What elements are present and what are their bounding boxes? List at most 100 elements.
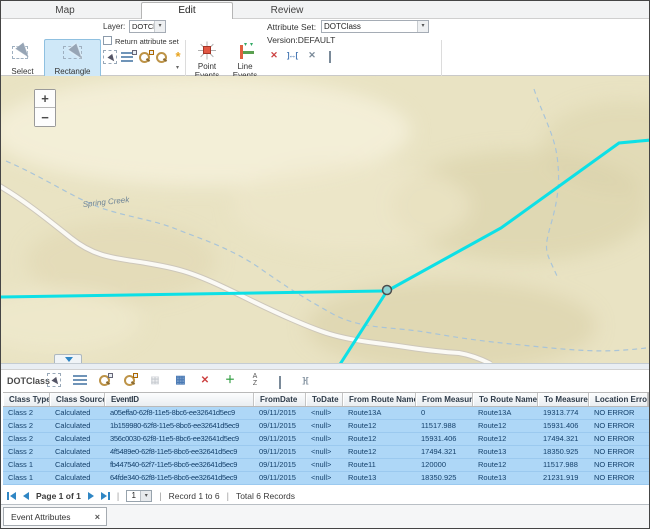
return-attribute-set-checkbox[interactable] xyxy=(103,36,112,45)
table-cell: 19313.774 xyxy=(538,407,589,419)
table-cell: 15931.406 xyxy=(416,433,473,445)
ribbon: Select ▾ Rectangle ▾ Layer: DOTClass ▾ R… xyxy=(1,19,649,76)
layer-dropdown[interactable]: DOTClass ▾ xyxy=(129,20,166,33)
event-grid-window-icon[interactable] xyxy=(341,49,355,63)
column-header[interactable]: To Route Name xyxy=(473,393,538,406)
delete-event-icon[interactable]: ✕ xyxy=(267,49,281,63)
page-number-dropdown[interactable]: 1 ▾ xyxy=(126,490,152,502)
table-cell: 4f5489e0-62f8-11e5-8bc6-ee32641d5ec9 xyxy=(105,446,254,458)
trim-event-icon[interactable]: ]↔[ xyxy=(285,49,299,63)
route-junction-marker[interactable] xyxy=(383,286,392,295)
attribute-set-dropdown[interactable]: DOTClass ▾ xyxy=(321,20,429,33)
table-cell: Route12 xyxy=(343,433,416,445)
first-page-button[interactable] xyxy=(7,492,16,500)
layer-label: Layer: xyxy=(103,22,125,31)
show-selected-icon[interactable] xyxy=(72,373,88,389)
close-tab-icon[interactable]: × xyxy=(95,512,106,522)
event-window-icon[interactable] xyxy=(323,49,337,63)
tab-event-attributes[interactable]: Event Attributes × xyxy=(3,507,107,526)
column-header[interactable]: To Measure xyxy=(538,393,589,406)
table-cell: Route13 xyxy=(343,472,416,484)
map-table-splitter[interactable] xyxy=(1,363,649,370)
table-cell: 18350.925 xyxy=(538,446,589,458)
table-cell: NO ERROR xyxy=(589,407,649,419)
table-cell: Class 2 xyxy=(3,446,50,458)
version-label: Version:DEFAULT xyxy=(267,35,335,45)
zoom-out-button[interactable]: − xyxy=(35,108,55,126)
table-cell: 15931.406 xyxy=(538,420,589,432)
column-header[interactable]: Class Source xyxy=(50,393,105,406)
next-page-button[interactable] xyxy=(88,492,94,500)
attribute-table-body: Class 2Calculateda05effa0-62f8-11e5-8bc6… xyxy=(3,407,649,485)
table-row[interactable]: Class 2Calculateda05effa0-62f8-11e5-8bc6… xyxy=(3,407,649,420)
sort-records-icon[interactable]: AZ xyxy=(247,373,263,389)
select-by-box-icon[interactable] xyxy=(103,50,117,64)
layer-dropdown-value: DOTClass xyxy=(130,21,154,32)
column-header[interactable]: From Measure xyxy=(416,393,473,406)
table-cell: NO ERROR xyxy=(589,420,649,432)
table-row[interactable]: Class 2Calculated4f5489e0-62f8-11e5-8bc6… xyxy=(3,446,649,459)
select-records-icon[interactable] xyxy=(47,373,61,387)
measure-range-icon[interactable]: ]·[ xyxy=(297,373,313,389)
table-cell: Calculated xyxy=(50,446,105,458)
ribbon-tab-bar: Map Edit Review xyxy=(1,1,649,19)
attribute-set-dropdown-caret-icon[interactable]: ▾ xyxy=(417,21,428,32)
previous-page-button[interactable] xyxy=(23,492,29,500)
pan-to-record-icon[interactable] xyxy=(122,373,138,389)
table-pagination: Page 1 of 1 | 1 ▾ | Record 1 to 6 | Tota… xyxy=(7,488,295,503)
table-cell: 09/11/2015 xyxy=(254,433,306,445)
tab-map[interactable]: Map xyxy=(31,3,99,19)
table-cell: NO ERROR xyxy=(589,446,649,458)
table-cell: 17494.321 xyxy=(416,446,473,458)
table-cell: Class 2 xyxy=(3,407,50,419)
page-count-text: Page 1 of 1 xyxy=(36,491,81,501)
last-page-button[interactable] xyxy=(101,492,110,500)
attribute-form-icon[interactable] xyxy=(272,373,288,389)
table-cell: Route13 xyxy=(473,446,538,458)
switch-table-icon[interactable]: ▦ xyxy=(172,373,188,389)
layer-dropdown-caret-icon[interactable]: ▾ xyxy=(154,21,165,32)
table-cell: fb447540-62f7-11e5-8bc6-ee32641d5ec9 xyxy=(105,459,254,471)
tab-edit[interactable]: Edit xyxy=(141,2,233,20)
table-cell: NO ERROR xyxy=(589,433,649,445)
table-row[interactable]: Class 2Calculated1b159980-62f8-11e5-8bc6… xyxy=(3,420,649,433)
page-number-caret-icon[interactable]: ▾ xyxy=(140,491,151,501)
save-edits-icon[interactable]: ▦ xyxy=(147,373,163,389)
zoom-to-record-icon[interactable] xyxy=(97,373,113,389)
table-row[interactable]: Class 1Calculatedfb447540-62f7-11e5-8bc6… xyxy=(3,459,649,472)
column-header[interactable]: ToDate xyxy=(306,393,343,406)
table-cell: 09/11/2015 xyxy=(254,420,306,432)
column-header[interactable]: FromDate xyxy=(254,393,306,406)
column-header[interactable]: EventID xyxy=(105,393,254,406)
table-cell: Calculated xyxy=(50,407,105,419)
map-viewport[interactable]: Spring Creek + − xyxy=(1,76,649,363)
attribute-set-label: Attribute Set: xyxy=(267,22,316,32)
table-cell: 09/11/2015 xyxy=(254,446,306,458)
bottom-tab-bar: Event Attributes × xyxy=(1,504,649,529)
column-header[interactable]: Class Type xyxy=(3,393,50,406)
table-row[interactable]: Class 1Calculated64fde340-62f8-11e5-8bc6… xyxy=(3,472,649,485)
panel-collapse-button[interactable] xyxy=(54,354,82,363)
table-cell: <null> xyxy=(306,407,343,419)
table-cell: 21231.919 xyxy=(538,472,589,484)
selection-tools-caret-icon[interactable]: ▾ xyxy=(176,64,179,71)
table-row[interactable]: Class 2Calculated356c0030-62f8-11e5-8bc6… xyxy=(3,433,649,446)
column-header[interactable]: Location Error xyxy=(589,393,648,406)
table-title: DOTClass xyxy=(7,376,50,386)
table-cell: Route12 xyxy=(473,433,538,445)
add-record-icon[interactable]: ＋ xyxy=(222,373,238,389)
column-header[interactable]: From Route Name xyxy=(343,393,416,406)
table-cell: Class 2 xyxy=(3,420,50,432)
zoom-in-button[interactable]: + xyxy=(35,90,55,108)
attribute-table-header[interactable]: Class TypeClass SourceEventIDFromDateToD… xyxy=(3,392,649,407)
split-event-icon[interactable]: ✕ xyxy=(305,49,319,63)
event-attributes-tab-label: Event Attributes xyxy=(4,512,95,522)
table-cell: 356c0030-62f8-11e5-8bc6-ee32641d5ec9 xyxy=(105,433,254,445)
event-editor-window: Map Edit Review Select ▾ Rectangle ▾ Lay… xyxy=(0,0,650,529)
page-number-value: 1 xyxy=(127,491,140,501)
pager-divider: | xyxy=(227,491,229,501)
flash-selection-icon[interactable]: * xyxy=(171,50,185,64)
record-range-text: Record 1 to 6 xyxy=(169,491,220,501)
delete-record-icon[interactable]: ✕ xyxy=(197,373,213,389)
tab-review[interactable]: Review xyxy=(251,3,323,19)
